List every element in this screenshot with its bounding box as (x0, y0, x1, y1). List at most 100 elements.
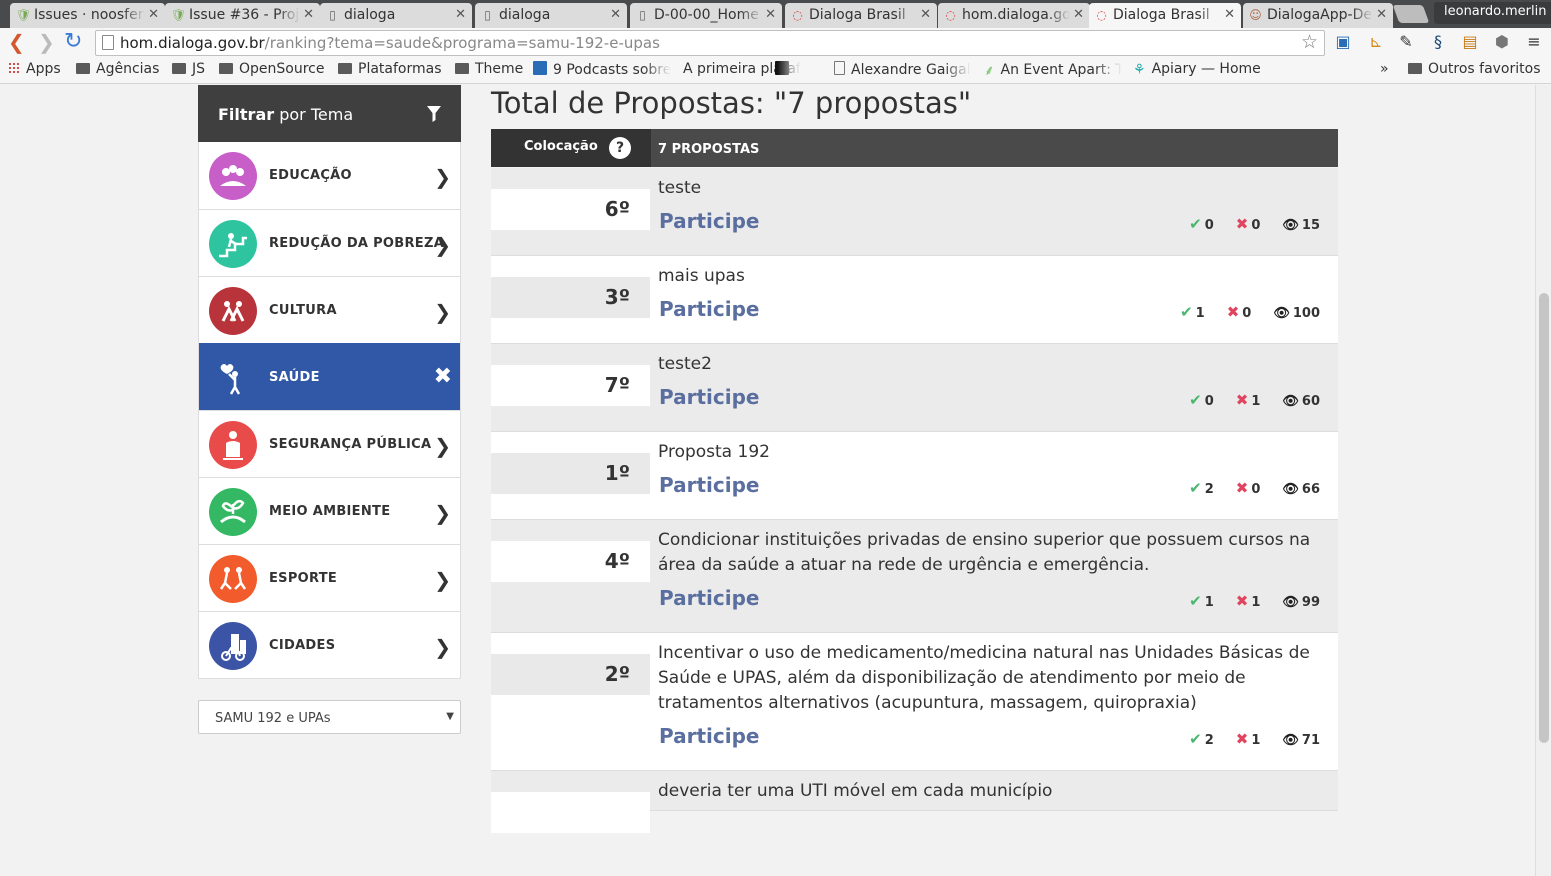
theme-item[interactable]: CIDADES ❯ (199, 611, 460, 678)
bookmark-item[interactable]: Alexandre Gaigal (834, 61, 971, 78)
theme-label: CIDADES (269, 638, 336, 653)
education-icon (209, 152, 257, 200)
participe-link[interactable]: Participe (659, 297, 760, 321)
chevron-right-icon[interactable]: ❯ (434, 501, 451, 525)
close-tab-icon[interactable]: ✕ (920, 7, 931, 22)
back-icon[interactable]: ❮ (8, 32, 25, 52)
page-scrollbar[interactable] (1535, 85, 1551, 876)
extension-box-icon[interactable]: ▤ (1460, 32, 1480, 52)
close-tab-icon[interactable]: ✕ (303, 7, 314, 22)
theme-item[interactable]: EDUCAÇÃO ❯ (199, 142, 460, 209)
extension-window-icon[interactable]: ▣ (1333, 32, 1353, 52)
bookmark-item[interactable]: Plataformas (338, 61, 442, 77)
chevron-right-icon[interactable]: ❯ (434, 568, 451, 592)
upvotes-count: 2 (1204, 733, 1214, 748)
proposal-title: deveria ter uma UTI móvel em cada municí… (658, 781, 1053, 801)
browser-tab[interactable]: ▯ dialoga ✕ (320, 3, 472, 28)
close-tab-icon[interactable]: ✕ (1073, 7, 1084, 22)
downvotes-count: 1 (1251, 394, 1261, 409)
close-tab-icon[interactable]: ✕ (148, 7, 159, 22)
theme-item[interactable]: REDUÇÃO DA POBREZA ❯ (199, 209, 460, 276)
browser-tab[interactable]: ◌ hom.dialoga.gov ✕ (938, 3, 1090, 28)
theme-item[interactable]: SAÚDE ✖ (199, 343, 460, 410)
extension-angular-icon[interactable]: ⬢ (1492, 32, 1512, 52)
bookmark-item[interactable]: Apps (8, 61, 61, 77)
close-tab-icon[interactable]: ✕ (1376, 7, 1387, 22)
browser-tab[interactable]: ▯ D-00-00_Home ✕ (630, 3, 782, 28)
proposal-row: 3º mais upas Participe ✔ 1 ✖ 0 👁 100 (491, 256, 1338, 344)
tab-label: DialogaApp-Dev (1267, 7, 1373, 23)
extension-pencil-icon[interactable]: ✎ (1396, 32, 1416, 52)
bookmark-item[interactable]: ⚘ Apiary — Home (1133, 61, 1261, 78)
close-tab-icon[interactable]: ✕ (455, 7, 466, 22)
browser-tab[interactable]: 🛡 Issues · noosfero ✕ (10, 3, 165, 28)
bookmark-item[interactable]: OpenSource (219, 61, 324, 77)
chevron-right-icon[interactable]: ❯ (434, 300, 451, 324)
bookmarks-more[interactable]: » (1380, 61, 1389, 77)
theme-item[interactable]: ESPORTE ❯ (199, 544, 460, 611)
clear-filter-icon[interactable]: ✖ (434, 364, 452, 389)
tab-label: Dialoga Brasil (809, 7, 906, 23)
upvotes-stat: ✔ 1 (1189, 592, 1214, 610)
proposal-row: 4º Condicionar instituições privadas de e… (491, 520, 1338, 633)
bookmark-item[interactable]: 9 Podcasts sobre (533, 61, 671, 78)
close-tab-icon[interactable]: ✕ (610, 7, 621, 22)
browser-tab[interactable]: ▯ dialoga ✕ (475, 3, 627, 28)
views-count: 15 (1301, 218, 1320, 233)
bookmark-item[interactable]: A primeira plataf (683, 61, 801, 77)
page-icon: ▯ (639, 8, 646, 22)
browser-tab[interactable]: 🛡 Issue #36 - Proj ✕ (165, 3, 320, 28)
ranking-table-header: Colocação ? 7 PROPOSTAS (491, 129, 1338, 167)
folder-icon (172, 63, 186, 74)
chevron-right-icon[interactable]: ❯ (434, 233, 451, 257)
proposal-title: mais upas (658, 266, 745, 286)
bookmark-item[interactable]: Theme (455, 61, 523, 77)
chevron-right-icon[interactable]: ❯ (434, 635, 451, 659)
close-tab-icon[interactable]: ✕ (1224, 7, 1235, 22)
filter-funnel-icon (427, 106, 441, 122)
proposal-stats: ✔ 2 ✖ 0 👁 66 (1167, 479, 1320, 497)
help-icon[interactable]: ? (609, 137, 631, 159)
upvote-icon: ✔ (1189, 730, 1202, 748)
cities-icon (209, 622, 257, 670)
views-stat: 👁 66 (1282, 482, 1320, 497)
theme-item[interactable]: MEIO AMBIENTE ❯ (199, 477, 460, 544)
chevron-right-icon[interactable]: ❯ (434, 165, 451, 189)
participe-link[interactable]: Participe (659, 385, 760, 409)
scrollbar-thumb[interactable] (1539, 293, 1549, 743)
tab-label: Issues · noosfero (34, 7, 145, 23)
extension-s-icon[interactable]: § (1428, 32, 1448, 52)
reload-icon[interactable]: ↻ (64, 31, 82, 53)
bookmark-label: Theme (475, 61, 524, 77)
folder-icon (1408, 63, 1422, 74)
forward-icon[interactable]: ❯ (38, 32, 55, 52)
theme-item[interactable]: CULTURA ❯ (199, 276, 460, 343)
participe-link[interactable]: Participe (659, 586, 760, 610)
folder-icon (219, 63, 233, 74)
participe-link[interactable]: Participe (659, 209, 760, 233)
profile-button[interactable]: leonardo.merlin (1434, 2, 1551, 24)
chevron-right-icon[interactable]: ❯ (434, 434, 451, 458)
downvote-icon: ✖ (1235, 215, 1249, 233)
close-tab-icon[interactable]: ✕ (765, 7, 776, 22)
bookmark-star-icon[interactable]: ☆ (1301, 31, 1318, 53)
address-bar[interactable]: hom.dialoga.gov.br/ranking?tema=saude&pr… (95, 30, 1325, 56)
browser-tab[interactable]: ◌ Dialoga Brasil ✕ (785, 3, 937, 28)
extension-ruler-icon[interactable]: ⊾ (1366, 32, 1386, 52)
other-bookmarks[interactable]: Outros favoritos (1408, 61, 1541, 77)
browser-tab[interactable]: ◌ Dialoga Brasil ✕ (1089, 3, 1241, 28)
participe-link[interactable]: Participe (659, 473, 760, 497)
filter-header-text: por Tema (279, 105, 354, 124)
program-select[interactable]: SAMU 192 e UPAs ▼ (198, 700, 461, 734)
theme-item[interactable]: SEGURANÇA PÚBLICA ❯ (199, 410, 460, 477)
health-icon (209, 354, 257, 402)
menu-icon[interactable]: ≡ (1524, 32, 1544, 52)
browser-tab[interactable]: ☺ DialogaApp-Dev ✕ (1243, 3, 1393, 28)
bookmark-item[interactable]: Agências (76, 61, 159, 77)
new-tab-button[interactable] (1392, 5, 1430, 23)
participe-link[interactable]: Participe (659, 724, 760, 748)
downvotes-stat: ✖ 0 (1236, 479, 1261, 497)
bookmark-item[interactable]: ⸙ An Event Apart: T (984, 61, 1122, 80)
downvotes-stat: ✖ 1 (1236, 592, 1261, 610)
bookmark-item[interactable]: JS (172, 61, 205, 77)
